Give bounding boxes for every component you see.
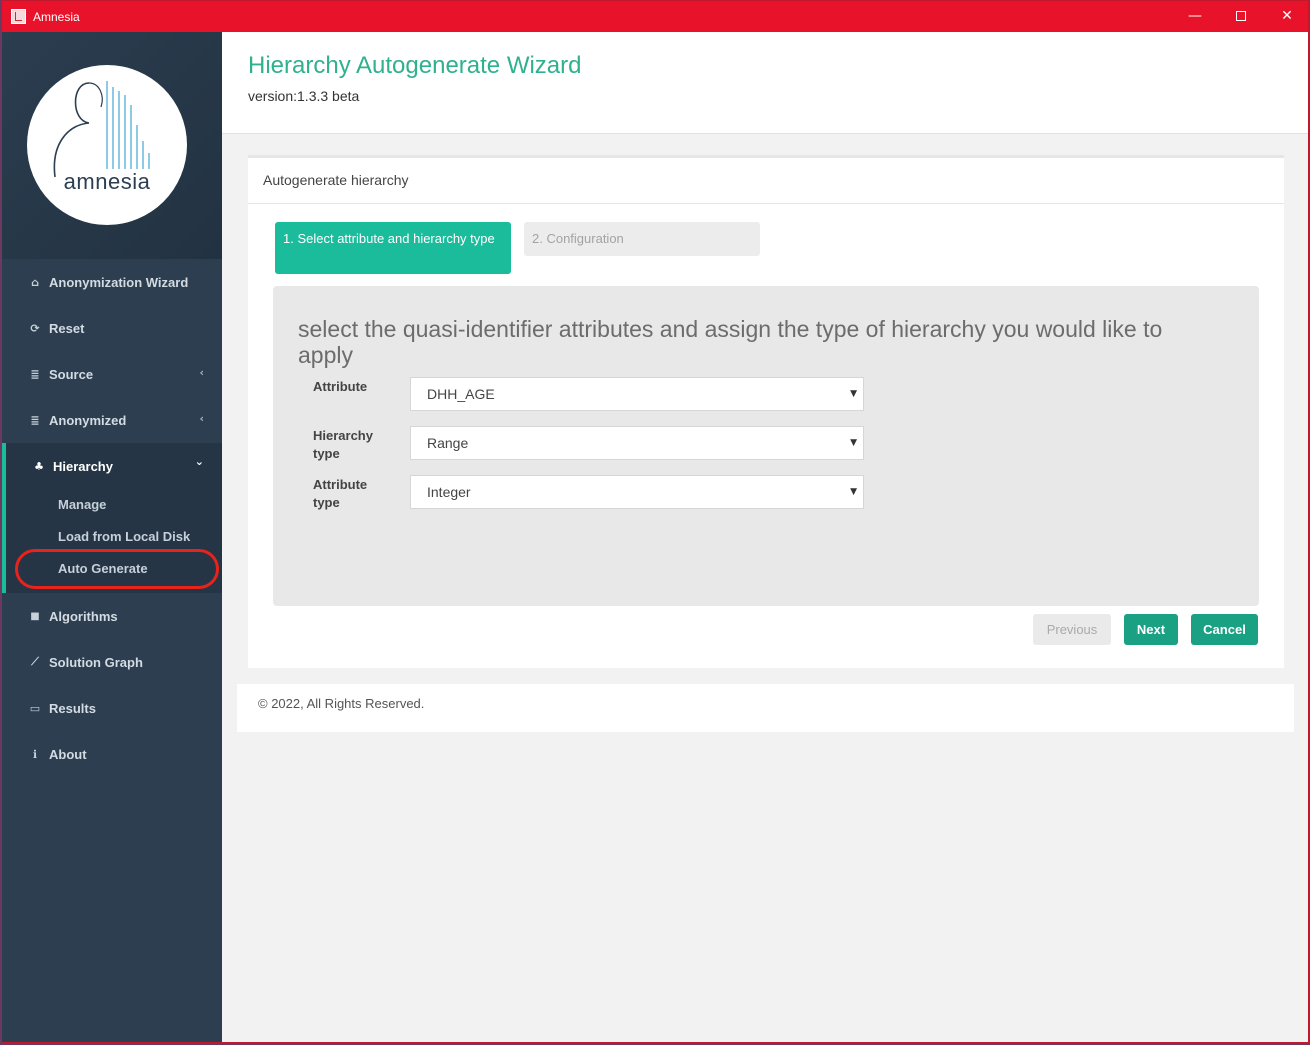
caret-down-icon: ▼ (850, 438, 857, 448)
window-title: Amnesia (33, 10, 80, 24)
title-bar[interactable]: Amnesia — ✕ (2, 1, 1308, 32)
highlight-annotation (15, 549, 219, 589)
copyright-text: © 2022, All Rights Reserved. (258, 696, 425, 711)
wizard-panel: Autogenerate hierarchy 1. Select attribu… (248, 155, 1284, 668)
sitemap-icon: ♣ (34, 459, 44, 473)
hierarchy-type-select[interactable]: Range ▼ (410, 426, 864, 460)
sidebar-item-reset[interactable]: ⟳ Reset (2, 305, 222, 351)
minimize-icon: — (1188, 8, 1202, 24)
panel-heading: Autogenerate hierarchy (248, 158, 1284, 204)
app-window: Amnesia — ✕ amnesia ⌂ Anonymization Wiza… (1, 0, 1309, 1043)
sidebar-item-solution-graph[interactable]: ⟋ Solution Graph (2, 639, 222, 685)
sidebar-group-hierarchy: ♣ Hierarchy ⌄ Manage Load from Local Dis… (2, 443, 222, 593)
previous-button[interactable]: Previous (1033, 614, 1111, 645)
maximize-button[interactable] (1218, 1, 1264, 32)
brand-area: amnesia (2, 32, 222, 259)
sidebar-item-label: Hierarchy (53, 458, 113, 474)
attribute-label: Attribute (313, 379, 368, 394)
sidebar-item-label: About (49, 746, 87, 762)
sidebar-item-label: Source (49, 366, 94, 382)
hierarchy-type-select-value: Range (427, 435, 469, 451)
sidebar-item-label: Algorithms (49, 608, 118, 624)
footer: © 2022, All Rights Reserved. (237, 684, 1294, 732)
attribute-type-label: Attribute type (313, 477, 368, 510)
logo-text: amnesia (63, 169, 151, 194)
caret-down-icon: ▼ (850, 389, 857, 399)
sidebar-item-about[interactable]: ℹ About (2, 731, 222, 777)
sidebar-item-hierarchy[interactable]: ♣ Hierarchy ⌄ (6, 443, 222, 489)
logo-graphic-icon (53, 81, 150, 178)
chevron-left-icon: ‹ (199, 412, 204, 425)
chevron-left-icon: ‹ (199, 366, 204, 379)
step-content: select the quasi-identifier attributes a… (273, 286, 1259, 606)
chart-icon: ⟋ (31, 655, 39, 668)
chevron-down-icon: ⌄ (194, 455, 204, 468)
main-content: Hierarchy Autogenerate Wizard version:1.… (222, 32, 1308, 1042)
wizard-step-configuration[interactable]: 2. Configuration (524, 222, 760, 256)
attribute-type-select[interactable]: Integer ▼ (410, 475, 864, 509)
page-title: Hierarchy Autogenerate Wizard (248, 52, 582, 79)
maximize-icon (1236, 11, 1246, 21)
info-icon: ℹ (32, 747, 38, 761)
sidebar-item-label: Anonymization Wizard (49, 274, 189, 290)
next-button[interactable]: Next (1124, 614, 1178, 645)
home-icon: ⌂ (31, 275, 39, 289)
database-icon: ≣ (30, 367, 40, 381)
attribute-select-value: DHH_AGE (427, 386, 495, 402)
cancel-button[interactable]: Cancel (1191, 614, 1258, 645)
attribute-select[interactable]: DHH_AGE ▼ (410, 377, 864, 411)
refresh-icon: ⟳ (30, 321, 40, 335)
close-icon: ✕ (1281, 8, 1293, 24)
laptop-icon: ▭ (29, 701, 41, 715)
caret-down-icon: ▼ (850, 487, 857, 497)
sidebar-item-label: Solution Graph (49, 654, 143, 670)
database-icon: ≣ (30, 413, 40, 427)
page-header: Hierarchy Autogenerate Wizard version:1.… (222, 32, 1308, 134)
sidebar-item-anonymization-wizard[interactable]: ⌂ Anonymization Wizard (2, 259, 222, 305)
sidebar-nav: ⌂ Anonymization Wizard ⟳ Reset ≣ Source … (2, 259, 222, 777)
wizard-step-select-attribute[interactable]: 1. Select attribute and hierarchy type (275, 222, 511, 274)
hierarchy-type-label: Hierarchy type (313, 428, 373, 461)
sidebar-item-label: Anonymized (49, 412, 127, 428)
attribute-type-select-value: Integer (427, 484, 471, 500)
sidebar-subitem-manage[interactable]: Manage (6, 489, 222, 521)
sidebar-item-label: Results (49, 700, 96, 716)
close-button[interactable]: ✕ (1264, 1, 1308, 32)
sidebar-item-source[interactable]: ≣ Source ‹ (2, 351, 222, 397)
sidebar-item-anonymized[interactable]: ≣ Anonymized ‹ (2, 397, 222, 443)
instruction-text: select the quasi-identifier attributes a… (298, 316, 1163, 368)
amnesia-logo[interactable]: amnesia (27, 65, 187, 225)
sidebar-item-label: Reset (49, 320, 85, 336)
sidebar-item-algorithms[interactable]: ■ Algorithms (2, 593, 222, 639)
sidebar: amnesia ⌂ Anonymization Wizard ⟳ Reset ≣… (2, 32, 222, 1042)
lock-icon: ■ (30, 610, 40, 622)
sidebar-item-results[interactable]: ▭ Results (2, 685, 222, 731)
minimize-button[interactable]: — (1172, 1, 1218, 32)
app-icon (11, 9, 26, 24)
version-label: version:1.3.3 beta (248, 88, 360, 104)
